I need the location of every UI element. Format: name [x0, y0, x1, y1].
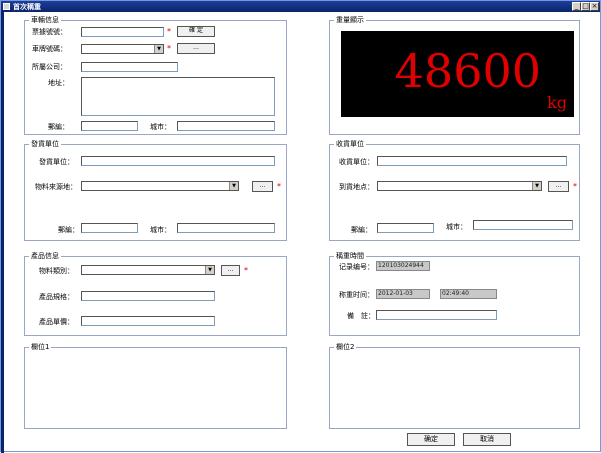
app-icon — [3, 3, 10, 10]
vehicle-info-title: 車輛信息 — [29, 16, 61, 25]
weight-display-panel: 48600 kg — [341, 31, 574, 117]
shipper-postcode-input[interactable] — [81, 223, 138, 233]
required-mark: * — [277, 182, 281, 191]
postcode-input[interactable] — [81, 121, 138, 131]
plate-label: 車牌號碼： — [32, 45, 67, 53]
price-input[interactable] — [81, 316, 215, 326]
minimize-button[interactable]: _ — [572, 2, 581, 11]
category-more-button[interactable]: ... — [221, 265, 240, 276]
category-label: 物料類別： — [39, 267, 74, 275]
address-label: 地址： — [48, 79, 69, 87]
receiver-city-label: 城市： — [446, 223, 467, 231]
postcode-label: 郵編： — [48, 123, 69, 131]
category-select[interactable]: ▼ — [81, 265, 215, 275]
city-label: 城市： — [150, 123, 171, 131]
field2-title: 欄位2 — [334, 343, 357, 352]
dest-more-button[interactable]: ... — [548, 181, 569, 192]
receiver-postcode-input[interactable] — [377, 223, 434, 233]
chevron-down-icon[interactable]: ▼ — [229, 182, 238, 190]
required-mark: * — [573, 182, 577, 191]
field1-group: 欄位1 — [24, 343, 287, 429]
shipper-unit-input[interactable] — [81, 156, 275, 166]
weight-value: 48600 — [394, 44, 541, 98]
source-select[interactable]: ▼ — [81, 181, 239, 191]
weigh-time-label: 称重时间： — [339, 291, 374, 299]
chevron-down-icon[interactable]: ▼ — [205, 266, 214, 274]
weigh-time-title: 稱重時間 — [334, 252, 366, 261]
required-mark: * — [167, 27, 171, 36]
title-bar: 首次稱重 _ □ × — [1, 1, 600, 12]
company-input[interactable] — [81, 62, 178, 72]
receiver-unit-input[interactable] — [377, 156, 567, 166]
confirm-card-button[interactable]: 確 定 — [177, 26, 215, 37]
weight-display-title: 重量顯示 — [334, 16, 366, 25]
maximize-button[interactable]: □ — [581, 2, 590, 11]
window-title: 首次稱重 — [13, 3, 41, 11]
product-title: 產品信息 — [29, 252, 61, 261]
ok-button[interactable]: 确定 — [407, 433, 455, 446]
city-input[interactable] — [177, 121, 275, 131]
record-no-value: 120103024944 — [376, 261, 430, 271]
required-mark: * — [244, 266, 248, 275]
weigh-date-value: 2012-01-03 — [376, 289, 430, 299]
cancel-button[interactable]: 取消 — [463, 433, 511, 446]
required-mark: * — [167, 44, 171, 53]
weight-unit: kg — [547, 93, 567, 112]
dest-select[interactable]: ▼ — [377, 181, 542, 191]
plate-more-button[interactable]: ... — [177, 43, 215, 54]
remark-label: 備 註： — [347, 312, 375, 320]
chevron-down-icon[interactable]: ▼ — [532, 182, 541, 190]
first-weighing-window: 首次稱重 _ □ × 車輛信息 票據號號： * 確 定 車牌號碼： ▼ * ..… — [0, 0, 601, 453]
card-no-input[interactable] — [81, 27, 164, 37]
source-more-button[interactable]: ... — [252, 181, 273, 192]
shipper-city-label: 城市： — [150, 226, 171, 234]
plate-select[interactable]: ▼ — [81, 44, 164, 54]
window-left-edge — [1, 12, 4, 453]
shipper-title: 發貨單位 — [29, 140, 61, 149]
receiver-title: 收貨單位 — [334, 140, 366, 149]
source-label: 物料來源地： — [35, 183, 77, 191]
record-no-label: 记录编号： — [339, 263, 374, 271]
weigh-clock-value: 02:49:40 — [440, 289, 497, 299]
shipper-city-input[interactable] — [177, 223, 275, 233]
shipper-unit-label: 發貨單位： — [39, 158, 74, 166]
field1-title: 欄位1 — [29, 343, 52, 352]
chevron-down-icon[interactable]: ▼ — [154, 45, 163, 53]
receiver-city-input[interactable] — [473, 220, 573, 230]
price-label: 產品單價： — [39, 318, 74, 326]
address-textarea[interactable] — [81, 77, 275, 116]
dest-label: 到貨地点： — [339, 183, 374, 191]
field2-group: 欄位2 — [329, 343, 580, 429]
company-label: 所屬公司： — [32, 63, 67, 71]
close-button[interactable]: × — [590, 2, 599, 11]
receiver-postcode-label: 郵編： — [351, 226, 372, 234]
remark-input[interactable] — [376, 310, 497, 320]
shipper-postcode-label: 郵編： — [58, 226, 79, 234]
spec-label: 產品規格： — [39, 293, 74, 301]
card-no-label: 票據號號： — [32, 28, 67, 36]
spec-input[interactable] — [81, 291, 215, 301]
receiver-unit-label: 收貨單位： — [339, 158, 374, 166]
